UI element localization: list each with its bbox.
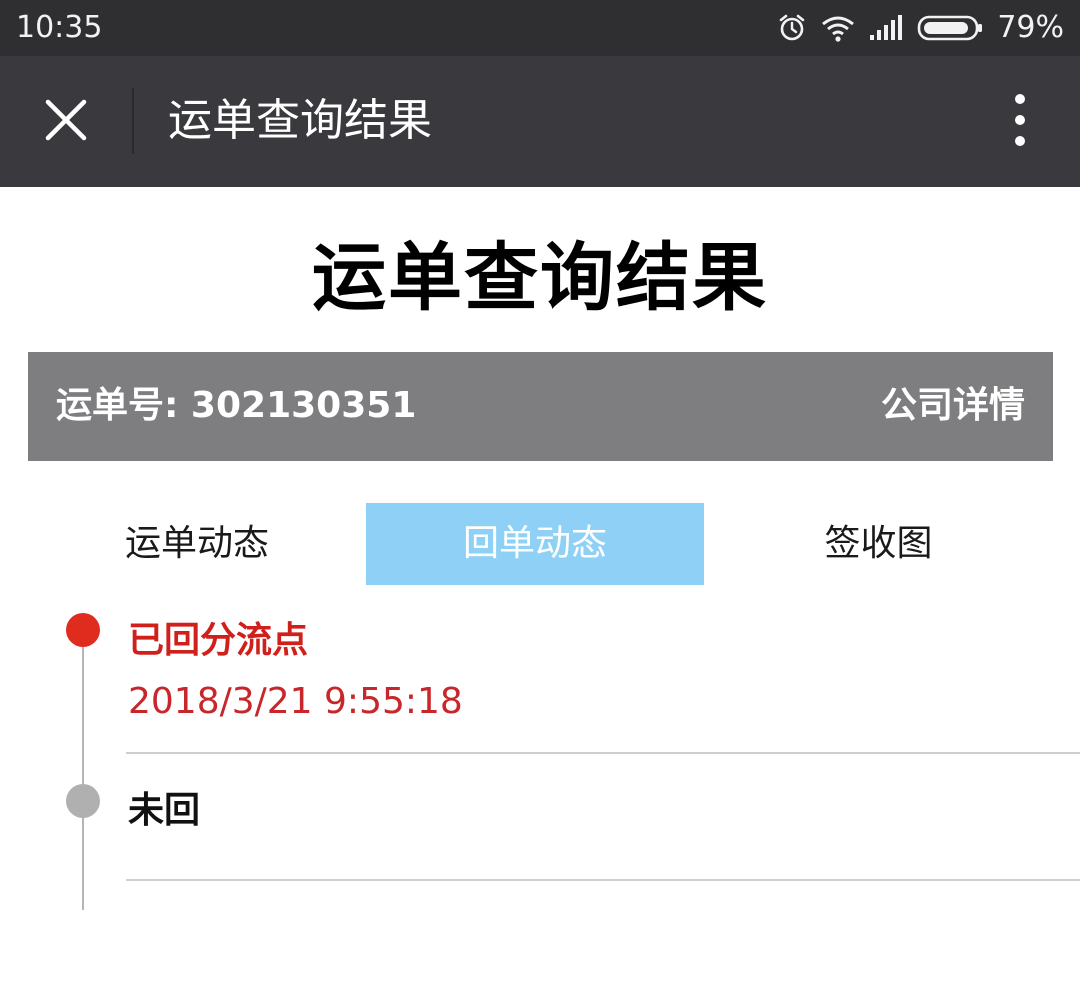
timeline-dot-active bbox=[66, 613, 100, 647]
timeline-divider bbox=[126, 879, 1080, 881]
tab-waybill-status[interactable]: 运单动态 bbox=[28, 503, 366, 585]
status-icons: 79% bbox=[777, 10, 1064, 46]
close-icon bbox=[42, 96, 90, 148]
tab-bar: 运单动态 回单动态 签收图 bbox=[28, 503, 1053, 585]
more-button[interactable] bbox=[1000, 90, 1040, 154]
close-button[interactable] bbox=[30, 86, 102, 158]
timeline-status: 未回 bbox=[128, 790, 201, 831]
title-bar: 运单查询结果 bbox=[0, 56, 1080, 187]
waybill-bar: 运单号: 302130351 公司详情 bbox=[28, 352, 1053, 461]
timeline-line bbox=[82, 630, 84, 910]
timeline-divider bbox=[126, 752, 1080, 754]
tab-receipt-status[interactable]: 回单动态 bbox=[366, 503, 704, 585]
timeline-status: 已回分流点 bbox=[128, 620, 309, 661]
battery-percent: 79% bbox=[997, 10, 1064, 45]
battery-icon bbox=[917, 14, 983, 42]
wifi-icon bbox=[821, 14, 855, 42]
signal-icon bbox=[869, 15, 903, 41]
company-details-link[interactable]: 公司详情 bbox=[881, 380, 1025, 432]
timeline-dot-inactive bbox=[66, 784, 100, 818]
timeline-time: 2018/3/21 9:55:18 bbox=[128, 681, 463, 722]
tab-signature-image[interactable]: 签收图 bbox=[704, 503, 1053, 585]
title-divider bbox=[132, 88, 134, 154]
window-title: 运单查询结果 bbox=[168, 95, 432, 146]
status-time: 10:35 bbox=[16, 10, 103, 45]
more-vertical-icon bbox=[1014, 92, 1026, 152]
page-title: 运单查询结果 bbox=[312, 235, 768, 321]
status-bar: 10:35 79% bbox=[0, 0, 1080, 56]
alarm-icon bbox=[777, 13, 807, 43]
waybill-number: 运单号: 302130351 bbox=[56, 385, 417, 426]
